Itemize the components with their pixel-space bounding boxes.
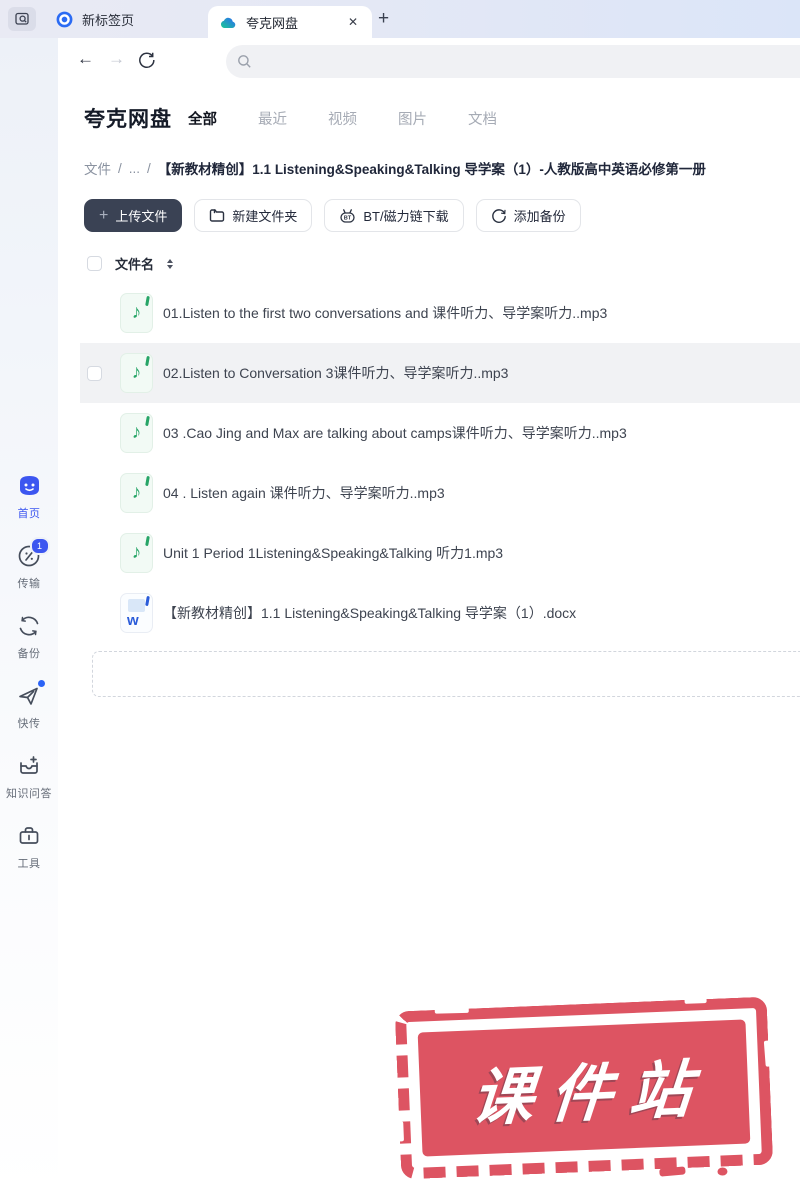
quick-send-icon	[16, 680, 45, 709]
address-search-bar[interactable]	[226, 45, 800, 78]
file-name[interactable]: 01.Listen to the first two conversations…	[163, 303, 607, 323]
knowledge-qa-icon	[16, 752, 43, 779]
file-name[interactable]: 02.Listen to Conversation 3课件听力、导学案听力..m…	[163, 363, 508, 383]
select-all-checkbox[interactable]	[87, 256, 102, 271]
breadcrumb-ellipsis[interactable]: ...	[129, 161, 140, 176]
file-list: ♪ 01.Listen to the first two conversatio…	[80, 283, 800, 643]
home-icon	[16, 472, 43, 499]
sidebar-item-label: 备份	[17, 648, 41, 660]
bt-download-icon: BT	[339, 208, 356, 224]
sidebar-item-label: 工具	[17, 858, 41, 870]
file-row[interactable]: ♪ 01.Listen to the first two conversatio…	[80, 283, 800, 343]
forward-icon: →	[108, 49, 125, 68]
add-backup-icon	[491, 208, 507, 224]
stamp-text: 课件站	[469, 1051, 712, 1135]
plus-icon: +	[99, 206, 109, 224]
row-checkbox[interactable]	[87, 365, 102, 381]
sidebar-item-label: 首页	[17, 508, 41, 520]
transfer-icon: 1	[16, 537, 50, 569]
refresh-icon[interactable]	[138, 51, 156, 69]
browser-toolbar: ← →	[0, 38, 800, 85]
file-name[interactable]: 【新教材精创】1.1 Listening&Speaking&Talking 导学…	[163, 603, 576, 623]
audio-file-icon: ♪	[120, 473, 153, 513]
file-row[interactable]: ♪ 02.Listen to Conversation 3课件听力、导学案听力.…	[80, 343, 800, 403]
breadcrumb: 文件 / ... / 【新教材精创】1.1 Listening&Speaking…	[84, 158, 706, 178]
quark-browser-icon	[56, 11, 73, 28]
quick-send-dot-badge	[37, 680, 45, 687]
tab-document[interactable]: 文档	[468, 108, 497, 129]
sidebar-item-transfer[interactable]: 1 传输	[0, 537, 58, 591]
add-backup-label: 添加备份	[513, 209, 566, 224]
back-icon[interactable]: ←	[77, 49, 94, 69]
file-name[interactable]: 04 . Listen again 课件听力、导学案听力..mp3	[163, 483, 445, 503]
sidebar-item-backup[interactable]: 备份	[0, 612, 58, 661]
stamp-frame: 课件站	[394, 996, 774, 1180]
browser-tab-quark-drive[interactable]: 夸克网盘 ✕	[208, 6, 372, 38]
file-row[interactable]: ♪ 04 . Listen again 课件听力、导学案听力..mp3	[80, 463, 800, 523]
browser-tab-newtab[interactable]: 新标签页	[56, 10, 186, 29]
sidebar-item-label: 传输	[17, 578, 41, 590]
breadcrumb-separator: /	[147, 160, 151, 176]
column-header-filename[interactable]: 文件名	[115, 254, 154, 273]
backup-sync-icon	[16, 612, 43, 639]
tab-video[interactable]: 视频	[328, 108, 357, 129]
add-backup-button[interactable]: 添加备份	[475, 199, 581, 232]
sort-icon[interactable]	[167, 258, 174, 269]
folder-plus-icon	[209, 208, 225, 223]
page-title: 夸克网盘	[84, 108, 172, 131]
new-folder-label: 新建文件夹	[232, 209, 298, 224]
audio-file-icon: ♪	[120, 353, 153, 393]
breadcrumb-root[interactable]: 文件	[84, 158, 111, 178]
transfer-badge: 1	[29, 537, 50, 555]
sidebar-item-label: 知识问答	[6, 788, 52, 800]
stamp-inner: 课件站	[417, 1019, 751, 1157]
new-folder-button[interactable]: 新建文件夹	[194, 199, 313, 232]
tab-label: 新标签页	[82, 12, 135, 28]
upload-dropzone[interactable]	[92, 651, 800, 697]
sidebar-item-home[interactable]: 首页	[0, 472, 58, 521]
tab-close-icon[interactable]: ✕	[346, 14, 360, 30]
word-file-icon: w	[120, 593, 153, 633]
tab-label: 夸克网盘	[246, 15, 299, 31]
sidebar-item-knowledge-qa[interactable]: 知识问答	[0, 752, 58, 801]
file-row[interactable]: ♪ Unit 1 Period 1Listening&Speaking&Talk…	[80, 523, 800, 583]
file-name[interactable]: 03 .Cao Jing and Max are talking about c…	[163, 423, 627, 443]
watermark-stamp: 课件站	[394, 996, 774, 1180]
bt-download-label: BT/磁力链下载	[363, 209, 449, 224]
drive-filter-tabs: 全部 最近 视频 图片 文档	[188, 108, 497, 129]
file-list-header: 文件名	[87, 254, 174, 273]
breadcrumb-separator: /	[118, 160, 122, 176]
search-icon	[237, 54, 252, 69]
tab-search-icon	[14, 12, 30, 26]
sidebar-item-label: 快传	[17, 718, 41, 730]
audio-file-icon: ♪	[120, 413, 153, 453]
upload-file-button[interactable]: + 上传文件	[84, 199, 183, 232]
file-name[interactable]: Unit 1 Period 1Listening&Speaking&Talkin…	[163, 543, 503, 563]
breadcrumb-current-folder: 【新教材精创】1.1 Listening&Speaking&Talking 导学…	[157, 162, 706, 177]
bt-magnet-download-button[interactable]: BT BT/磁力链下载	[324, 199, 464, 232]
svg-text:BT: BT	[344, 215, 352, 221]
sidebar-item-tools[interactable]: 工具	[0, 822, 58, 871]
audio-file-icon: ♪	[120, 293, 153, 333]
tab-image[interactable]: 图片	[398, 108, 427, 129]
file-row[interactable]: w 【新教材精创】1.1 Listening&Speaking&Talking …	[80, 583, 800, 643]
quark-drive-cloud-icon	[220, 14, 237, 31]
sidebar-nav: 首页 1 传输 备份 快传 知识问答 工具	[0, 472, 58, 871]
tab-search-button[interactable]	[8, 7, 36, 31]
new-tab-button[interactable]: +	[378, 8, 389, 30]
sidebar-item-quick-send[interactable]: 快传	[0, 680, 58, 731]
audio-file-icon: ♪	[120, 533, 153, 573]
file-row[interactable]: ♪ 03 .Cao Jing and Max are talking about…	[80, 403, 800, 463]
tab-recent[interactable]: 最近	[258, 108, 287, 129]
browser-tab-bar: 新标签页 夸克网盘 ✕ +	[0, 0, 800, 38]
tab-all[interactable]: 全部	[188, 108, 217, 129]
toolbox-icon	[16, 822, 43, 849]
action-button-row: + 上传文件 新建文件夹 BT BT/磁力链下载 添加备份	[84, 199, 581, 232]
upload-file-label: 上传文件	[115, 209, 168, 224]
